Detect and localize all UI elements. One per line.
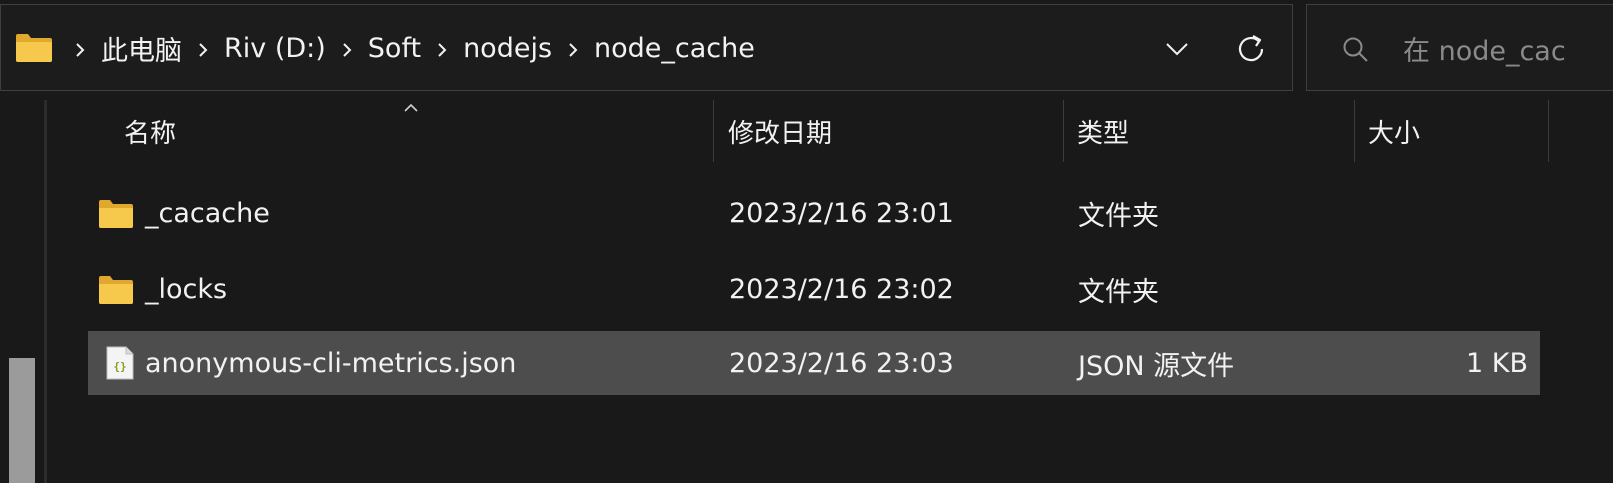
json-file-icon: {} xyxy=(106,346,134,380)
breadcrumb-item-nodejs[interactable]: nodejs xyxy=(457,33,558,64)
svg-text:{}: {} xyxy=(113,360,126,373)
file-modified: 2023/2/16 23:01 xyxy=(729,197,954,229)
file-type: 文件夹 xyxy=(1078,276,1159,308)
search-icon xyxy=(1343,37,1368,62)
refresh-icon[interactable] xyxy=(1233,31,1269,67)
chevron-right-icon[interactable] xyxy=(427,33,457,64)
chevron-down-icon[interactable] xyxy=(1161,33,1193,65)
column-divider[interactable] xyxy=(1548,100,1549,162)
column-header-type-label: 类型 xyxy=(1077,118,1130,149)
file-name: _locks xyxy=(145,273,228,305)
column-divider[interactable] xyxy=(1063,100,1064,162)
file-modified: 2023/2/16 23:02 xyxy=(729,273,954,305)
column-header-modified[interactable]: 修改日期 xyxy=(728,100,1062,162)
folder-icon xyxy=(99,200,133,228)
file-modified: 2023/2/16 23:03 xyxy=(729,347,954,379)
chevron-right-icon[interactable] xyxy=(332,33,362,64)
chevron-right-icon[interactable] xyxy=(558,33,588,64)
file-size: 1 KB xyxy=(1466,347,1528,379)
address-bar[interactable]: 此电脑 Riv (D:) Soft nodejs node_cache xyxy=(0,4,1293,91)
chevron-right-icon[interactable] xyxy=(188,33,218,64)
chevron-right-icon[interactable] xyxy=(65,33,95,64)
file-type: 文件夹 xyxy=(1078,200,1159,232)
file-type: JSON 源文件 xyxy=(1078,350,1235,382)
column-header-modified-label: 修改日期 xyxy=(728,118,833,149)
search-input[interactable]: 在 node_cac xyxy=(1403,5,1566,92)
column-divider[interactable] xyxy=(713,100,714,162)
navigation-scrollbar-thumb[interactable] xyxy=(9,358,35,483)
column-divider[interactable] xyxy=(1354,100,1355,162)
column-header-type[interactable]: 类型 xyxy=(1077,100,1353,162)
pane-divider[interactable] xyxy=(44,100,47,483)
column-header-size[interactable]: 大小 xyxy=(1368,100,1548,162)
breadcrumb: 此电脑 Riv (D:) Soft nodejs node_cache xyxy=(65,5,761,92)
breadcrumb-item-drive[interactable]: Riv (D:) xyxy=(218,33,332,64)
file-name: _cacache xyxy=(145,197,270,229)
folder-icon xyxy=(99,276,133,304)
breadcrumb-item-node-cache[interactable]: node_cache xyxy=(588,33,761,64)
column-header-name-label: 名称 xyxy=(124,118,177,149)
breadcrumb-item-soft[interactable]: Soft xyxy=(362,33,427,64)
breadcrumb-item-this-pc[interactable]: 此电脑 xyxy=(95,29,188,68)
file-row-selected[interactable]: {} anonymous-cli-metrics.json 2023/2/16 … xyxy=(88,331,1540,395)
file-row[interactable]: _cacache 2023/2/16 23:01 文件夹 xyxy=(88,181,1540,245)
column-header-name[interactable]: 名称 xyxy=(124,100,712,162)
search-box[interactable]: 在 node_cac xyxy=(1306,4,1613,91)
folder-icon xyxy=(16,34,52,62)
column-header-size-label: 大小 xyxy=(1368,118,1421,149)
file-row[interactable]: _locks 2023/2/16 23:02 文件夹 xyxy=(88,257,1540,321)
file-name: anonymous-cli-metrics.json xyxy=(145,347,517,379)
